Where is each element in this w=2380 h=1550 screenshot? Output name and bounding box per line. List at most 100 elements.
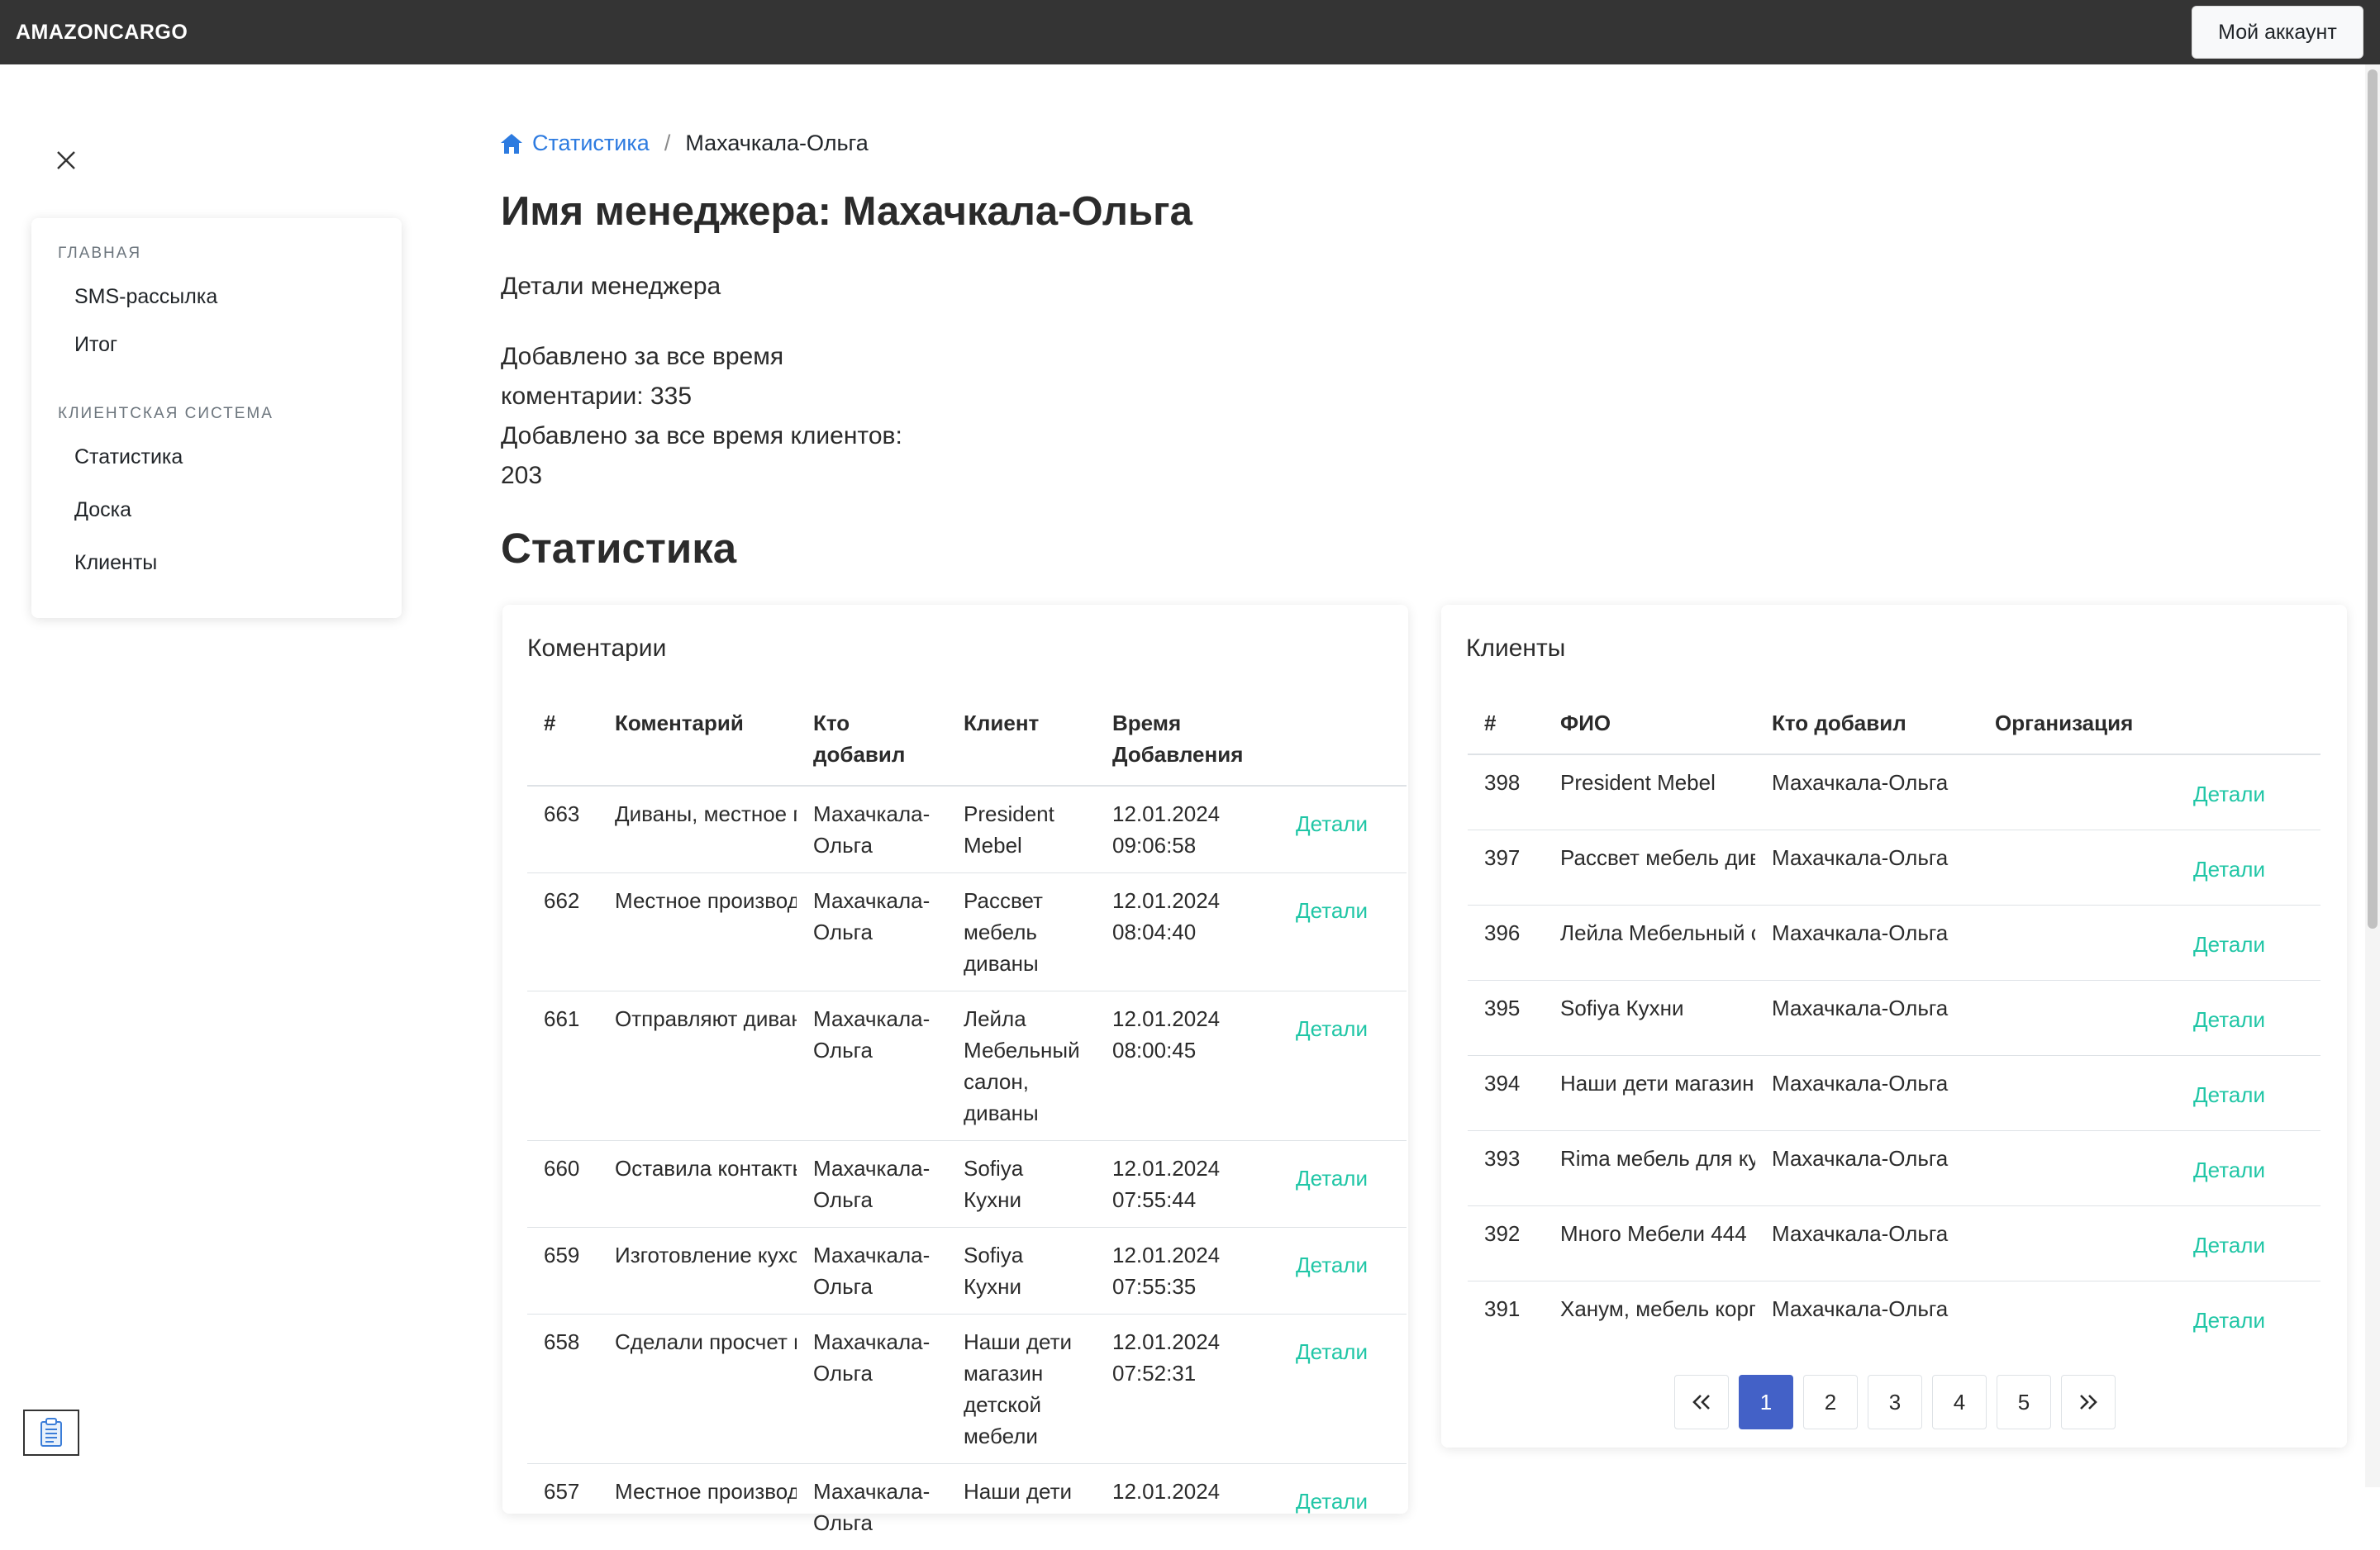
comment-author: Махачкала-Ольга (797, 786, 947, 873)
comment-details-link[interactable]: Детали (1296, 1339, 1368, 1364)
page-first-button[interactable] (1674, 1375, 1729, 1429)
page-button-1[interactable]: 1 (1739, 1375, 1793, 1429)
client-id: 396 (1468, 905, 1544, 980)
comment-id: 662 (527, 873, 598, 991)
client-added-by: Махачкала-Ольга (1755, 905, 1978, 980)
client-details-link[interactable]: Детали (2193, 857, 2265, 882)
client-details-cell: Детали (2177, 1130, 2320, 1205)
stats-line-3: Добавлено за все время клиентов: (501, 416, 902, 456)
page-button-3[interactable]: 3 (1868, 1375, 1922, 1429)
brand-logo[interactable]: AMAZONCARGO (16, 21, 188, 45)
client-name: Лейла Мебельный салон (1544, 905, 1755, 980)
client-row: 395Sofiya КухниМахачкала-ОльгаДетали (1468, 980, 2320, 1055)
my-account-button[interactable]: Мой аккаунт (2192, 6, 2363, 59)
client-row: 396Лейла Мебельный салонМахачкала-Ольга Д… (1468, 905, 2320, 980)
client-name: Наши дети магазин детской мебели (1544, 1055, 1755, 1130)
page-button-2[interactable]: 2 (1803, 1375, 1858, 1429)
comment-details-link[interactable]: Детали (1296, 1489, 1368, 1514)
comment-id: 660 (527, 1141, 598, 1228)
page-title: Имя менеджера: Махачкала-Ольга (501, 188, 1192, 235)
close-sidebar-button[interactable] (53, 149, 79, 175)
client-details-link[interactable]: Детали (2193, 932, 2265, 957)
client-organization (1978, 830, 2177, 905)
client-organization (1978, 1205, 2177, 1281)
client-details-cell: Детали (2177, 980, 2320, 1055)
client-details-link[interactable]: Детали (2193, 782, 2265, 806)
double-chevron-right-icon (2078, 1393, 2099, 1411)
comment-details-link[interactable]: Детали (1296, 898, 1368, 923)
comment-client: Наши детимагазиндетскоймебели (947, 1315, 1096, 1464)
notes-button[interactable] (23, 1410, 79, 1456)
sidebar-item-summary[interactable]: Итог (58, 326, 402, 373)
client-name: Много Мебели 444 (1544, 1205, 1755, 1281)
stats-comments-count: коментарии: 335 (501, 377, 902, 416)
client-added-by: Махачкала-Ольга (1755, 1055, 1978, 1130)
comment-details-link[interactable]: Детали (1296, 1253, 1368, 1277)
manager-stats: Добавлено за все время коментарии: 335 Д… (501, 337, 902, 496)
comment-time: 12.01.202407:55:35 (1096, 1228, 1279, 1315)
breadcrumb-home-label[interactable]: Статистика (532, 131, 650, 156)
clients-header-row: # ФИО Кто добавил Организация (1468, 697, 2320, 754)
col-header-num: # (527, 697, 598, 786)
comment-text: Местное производство (598, 873, 797, 991)
statistics-section-title: Статистика (501, 524, 736, 573)
sidebar-item-statistics[interactable]: Статистика (58, 438, 402, 491)
comment-id: 661 (527, 991, 598, 1141)
comment-text: Диваны, местное производство (598, 786, 797, 873)
client-details-link[interactable]: Детали (2193, 1082, 2265, 1107)
comment-client: Наши дети (947, 1464, 1096, 1550)
client-details-cell: Детали (2177, 754, 2320, 830)
col-header-org: Организация (1978, 697, 2177, 754)
client-id: 393 (1468, 1130, 1544, 1205)
page-last-button[interactable] (2061, 1375, 2116, 1429)
comment-author: Махачкала-Ольга (797, 873, 947, 991)
col-header-comment: Коментарий (598, 697, 797, 786)
stats-line-1: Добавлено за все время (501, 337, 902, 377)
comment-details-link[interactable]: Детали (1296, 811, 1368, 836)
comment-author: Махачкала-Ольга (797, 991, 947, 1141)
sidebar-item-board[interactable]: Доска (58, 491, 402, 544)
client-row: 394Наши дети магазин детской мебелиМахач… (1468, 1055, 2320, 1130)
comment-time: 12.01.202409:06:58 (1096, 786, 1279, 873)
comment-time: 12.01.202408:04:40 (1096, 873, 1279, 991)
home-icon (499, 132, 524, 155)
col-header-name: ФИО (1544, 697, 1755, 754)
client-details-cell: Детали (2177, 830, 2320, 905)
sidebar-item-sms[interactable]: SMS-рассылка (58, 278, 402, 326)
client-organization (1978, 1055, 2177, 1130)
comments-card-title: Коментарии (527, 635, 666, 663)
comment-text: Сделали просчет по (598, 1315, 797, 1464)
sidebar-item-clients[interactable]: Клиенты (58, 544, 402, 597)
comment-id: 657 (527, 1464, 598, 1550)
client-row: 391Ханум, мебель корпуснаяМахачкала-Ольг… (1468, 1281, 2320, 1356)
clipboard-icon (39, 1418, 64, 1448)
client-organization (1978, 1281, 2177, 1356)
client-organization (1978, 1130, 2177, 1205)
manager-details-subtitle: Детали менеджера (501, 273, 721, 301)
comment-time: 12.01.202407:52:31 (1096, 1315, 1279, 1464)
comment-client: SofiyaКухни (947, 1141, 1096, 1228)
client-organization (1978, 754, 2177, 830)
comment-text: Местное производство (598, 1464, 797, 1550)
page-button-5[interactable]: 5 (1997, 1375, 2051, 1429)
comments-table: # Коментарий Ктодобавил Клиент ВремяДоба… (527, 697, 1407, 1550)
comment-row: 659Изготовление кухоньМахачкала-ОльгаSof… (527, 1228, 1407, 1315)
client-id: 397 (1468, 830, 1544, 905)
comment-author: Махачкала-Ольга (797, 1315, 947, 1464)
page-button-4[interactable]: 4 (1932, 1375, 1987, 1429)
breadcrumb-home-link[interactable]: Статистика (499, 131, 650, 156)
client-details-link[interactable]: Детали (2193, 1233, 2265, 1258)
pagination: 1 2 3 4 5 (1674, 1375, 2116, 1429)
client-row: 392Много Мебели 444Махачкала-ОльгаДетали (1468, 1205, 2320, 1281)
comment-details-link[interactable]: Детали (1296, 1166, 1368, 1191)
client-details-link[interactable]: Детали (2193, 1007, 2265, 1032)
scrollbar-thumb[interactable] (2368, 69, 2378, 929)
client-details-link[interactable]: Детали (2193, 1308, 2265, 1333)
client-name: Ханум, мебель корпусная (1544, 1281, 1755, 1356)
client-id: 395 (1468, 980, 1544, 1055)
comment-author: Махачкала-Ольга (797, 1228, 947, 1315)
col-header-actions (2177, 697, 2320, 754)
double-chevron-left-icon (1691, 1393, 1712, 1411)
comment-details-link[interactable]: Детали (1296, 1016, 1368, 1041)
client-details-link[interactable]: Детали (2193, 1158, 2265, 1182)
